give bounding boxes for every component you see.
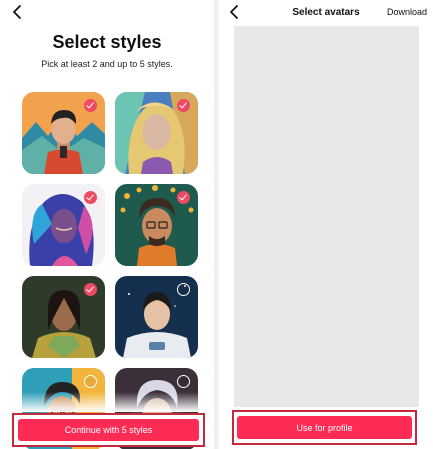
style-unselected-circle-icon[interactable] [177,375,190,388]
back-arrow-icon[interactable] [10,4,26,20]
style-selected-check-icon[interactable] [84,283,97,296]
select-styles-screen: Select styles Pick at least 2 and up to … [0,0,214,449]
avatar-preview-area [234,26,419,407]
style-selected-check-icon[interactable] [84,99,97,112]
style-tile-armor[interactable] [22,276,105,358]
style-selected-check-icon[interactable] [84,191,97,204]
style-tile-retro-pop[interactable] [115,184,198,266]
style-selected-check-icon[interactable] [177,191,190,204]
scroll-fade [0,392,214,412]
style-unselected-circle-icon[interactable] [84,375,97,388]
style-tile-astronaut[interactable] [115,276,198,358]
style-tile-watercolor[interactable] [22,184,105,266]
page-subtitle: Pick at least 2 and up to 5 styles. [41,59,173,69]
continue-button-highlight: Continue with 5 styles [12,413,205,447]
page-title: Select styles [52,32,162,52]
style-tile-geometric[interactable] [22,92,105,174]
continue-button[interactable]: Continue with 5 styles [18,419,199,441]
style-tile-psychedelic[interactable] [115,92,198,174]
use-for-profile-button[interactable]: Use for profile [237,416,412,439]
use-for-profile-highlight: Use for profile [232,410,417,445]
style-unselected-circle-icon[interactable] [177,283,190,296]
select-avatars-screen: Select avatars Download Use for profile [219,0,433,449]
download-button[interactable]: Download [387,7,427,17]
style-selected-check-icon[interactable] [177,99,190,112]
